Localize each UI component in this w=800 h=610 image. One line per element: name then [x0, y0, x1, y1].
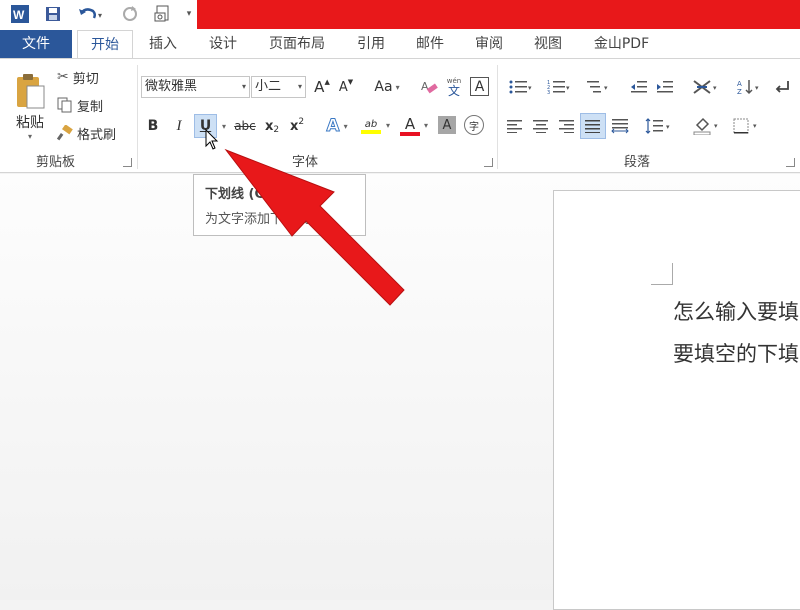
annotation-arrow-icon: [224, 148, 405, 306]
